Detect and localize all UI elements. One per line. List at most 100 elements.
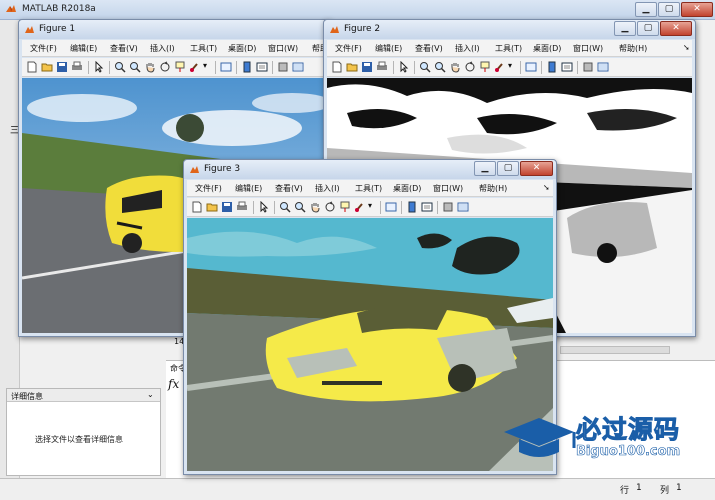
new-figure-icon[interactable] [26,61,38,73]
toolbar-separator [393,61,394,74]
menu-desktop[interactable]: 桌面(D) [228,43,256,54]
menu-view[interactable]: 查看(V) [110,43,138,54]
open-folder-icon[interactable] [346,61,358,73]
menu-overflow-icon[interactable]: ➘ [543,183,550,192]
pan-hand-icon[interactable] [449,61,461,73]
maximize-button[interactable]: ▢ [497,161,519,176]
main-minimize-button[interactable]: ▁ [635,2,657,17]
menu-help[interactable]: 帮助(H) [479,183,507,194]
new-figure-icon[interactable] [331,61,343,73]
figure-titlebar[interactable]: Figure 3 ▁ ▢ ✕ [184,160,556,179]
pointer-icon[interactable] [93,61,105,73]
insert-colorbar-icon[interactable] [406,201,418,213]
link-plot-icon[interactable] [385,201,397,213]
status-row-label: 行 [620,486,630,496]
fx-prompt-icon[interactable]: fx [168,377,179,391]
hide-plot-tools-icon[interactable] [442,201,454,213]
rotate-3d-icon[interactable] [464,61,476,73]
chevron-down-icon[interactable]: ⌄ [147,390,154,399]
menu-window[interactable]: 窗口(W) [268,43,298,54]
show-plot-tools-icon[interactable] [597,61,609,73]
menu-tools[interactable]: 工具(T) [495,43,522,54]
menu-help[interactable]: 帮助(H) [619,43,647,54]
pan-hand-icon[interactable] [309,201,321,213]
menu-edit[interactable]: 编辑(E) [235,183,262,194]
link-plot-icon[interactable] [220,61,232,73]
pointer-icon[interactable] [398,61,410,73]
menu-tools[interactable]: 工具(T) [355,183,382,194]
zoom-out-icon[interactable] [294,201,306,213]
open-folder-icon[interactable] [206,201,218,213]
main-maximize-button[interactable]: ▢ [658,2,680,17]
toolbar-separator [215,61,216,74]
insert-legend-icon[interactable] [256,61,268,73]
brush-icon[interactable] [354,201,366,213]
rotate-3d-icon[interactable] [159,61,171,73]
detail-panel-header[interactable]: 详细信息 ⌄ [7,389,160,402]
main-close-button[interactable]: ✕ [681,2,713,17]
hide-plot-tools-icon[interactable] [277,61,289,73]
zoom-out-icon[interactable] [129,61,141,73]
save-icon[interactable] [361,61,373,73]
insert-legend-icon[interactable] [421,201,433,213]
menu-view[interactable]: 查看(V) [275,183,303,194]
show-plot-tools-icon[interactable] [457,201,469,213]
figure-title: Figure 3 [204,164,241,174]
menu-insert[interactable]: 插入(I) [150,43,175,54]
menu-window[interactable]: 窗口(W) [573,43,603,54]
print-icon[interactable] [236,201,248,213]
save-icon[interactable] [221,201,233,213]
minimize-button[interactable]: ▁ [614,21,636,36]
brush-icon[interactable] [189,61,201,73]
menu-window[interactable]: 窗口(W) [433,183,463,194]
menu-insert[interactable]: 插入(I) [455,43,480,54]
brush-icon[interactable] [494,61,506,73]
menu-desktop[interactable]: 桌面(D) [533,43,561,54]
zoom-in-icon[interactable] [114,61,126,73]
insert-colorbar-icon[interactable] [241,61,253,73]
menu-view[interactable]: 查看(V) [415,43,443,54]
close-button[interactable]: ✕ [660,21,692,36]
minimize-button[interactable]: ▁ [474,161,496,176]
data-cursor-icon[interactable] [174,61,186,73]
save-icon[interactable] [56,61,68,73]
pointer-icon[interactable] [258,201,270,213]
horizontal-scrollbar[interactable] [560,346,670,354]
maximize-button[interactable]: ▢ [637,21,659,36]
show-plot-tools-icon[interactable] [292,61,304,73]
zoom-out-icon[interactable] [434,61,446,73]
figure-titlebar[interactable]: Figure 1 [19,20,330,39]
rotate-3d-icon[interactable] [324,201,336,213]
figure-icon [330,26,339,33]
menu-insert[interactable]: 插入(I) [315,183,340,194]
toolbar-separator [88,61,89,74]
print-icon[interactable] [376,61,388,73]
figure-titlebar[interactable]: Figure 2 ▁ ▢ ✕ [324,20,695,39]
brush-dropdown-icon[interactable]: ▾ [203,61,207,70]
menu-edit[interactable]: 编辑(E) [70,43,97,54]
data-cursor-icon[interactable] [339,201,351,213]
menu-desktop[interactable]: 桌面(D) [393,183,421,194]
insert-legend-icon[interactable] [561,61,573,73]
close-button[interactable]: ✕ [520,161,553,176]
hide-plot-tools-icon[interactable] [582,61,594,73]
zoom-in-icon[interactable] [419,61,431,73]
menu-tools[interactable]: 工具(T) [190,43,217,54]
menu-edit[interactable]: 编辑(E) [375,43,402,54]
brush-dropdown-icon[interactable]: ▾ [508,61,512,70]
brush-dropdown-icon[interactable]: ▾ [368,201,372,210]
link-plot-icon[interactable] [525,61,537,73]
menu-overflow-icon[interactable]: ➘ [683,43,690,52]
toolbar-separator [236,61,237,74]
toolbar-separator [274,201,275,214]
print-icon[interactable] [71,61,83,73]
open-folder-icon[interactable] [41,61,53,73]
zoom-in-icon[interactable] [279,201,291,213]
new-figure-icon[interactable] [191,201,203,213]
insert-colorbar-icon[interactable] [546,61,558,73]
menu-file[interactable]: 文件(F) [30,43,57,54]
data-cursor-icon[interactable] [479,61,491,73]
pan-hand-icon[interactable] [144,61,156,73]
menu-file[interactable]: 文件(F) [335,43,362,54]
menu-file[interactable]: 文件(F) [195,183,222,194]
